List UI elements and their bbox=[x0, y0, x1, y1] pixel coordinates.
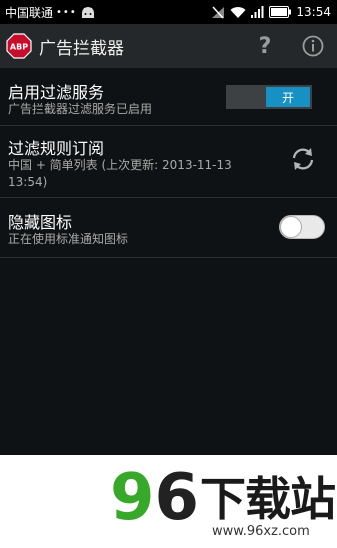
setting-subtitle: 广告拦截器过滤服务已启用 bbox=[8, 102, 153, 116]
info-button[interactable] bbox=[289, 24, 337, 68]
watermark-logo: 96 bbox=[110, 459, 199, 537]
notification-dots: ••• bbox=[56, 6, 77, 18]
battery-icon bbox=[269, 6, 292, 18]
setting-title: 过滤规则订阅 bbox=[8, 139, 105, 158]
watermark-digit-9: 9 bbox=[110, 461, 155, 535]
refresh-icon[interactable] bbox=[290, 146, 316, 172]
signal-icon bbox=[251, 5, 264, 18]
watermark-url: www.96xz.com bbox=[212, 524, 310, 539]
status-bar: 中国联通 ••• 13:54 bbox=[0, 0, 337, 24]
switch-thumb: 开 bbox=[266, 87, 310, 107]
wifi-icon bbox=[230, 6, 246, 18]
no-signal-icon bbox=[212, 5, 225, 19]
setting-subtitle: 中国 + 简单列表 (上次更新: 2013-11-13 13:54) bbox=[8, 158, 232, 189]
setting-title: 隐藏图标 bbox=[8, 213, 73, 232]
filter-service-switch[interactable]: 开 bbox=[226, 85, 312, 109]
help-icon: ? bbox=[258, 33, 272, 59]
hide-icon-toggle[interactable] bbox=[279, 215, 325, 239]
setting-filter-subscription[interactable]: 过滤规则订阅 中国 + 简单列表 (上次更新: 2013-11-13 13:54… bbox=[0, 126, 337, 198]
abp-logo-text: ABP bbox=[10, 43, 28, 52]
setting-title: 启用过滤服务 bbox=[8, 83, 105, 102]
help-button[interactable]: ? bbox=[241, 24, 289, 68]
abp-logo-icon: ABP bbox=[6, 33, 32, 59]
setting-subtitle: 正在使用标准通知图标 bbox=[8, 232, 129, 246]
app-title: 广告拦截器 bbox=[39, 38, 124, 59]
status-time: 13:54 bbox=[296, 5, 331, 19]
watermark-brand: 下载站 bbox=[200, 472, 336, 526]
watermark-banner: 96 下载站 www.96xz.com bbox=[0, 455, 337, 548]
android-icon bbox=[81, 6, 94, 18]
carrier-label: 中国联通 bbox=[5, 5, 54, 20]
action-bar: ABP 广告拦截器 ? bbox=[0, 24, 337, 68]
switch-on-label: 开 bbox=[281, 90, 294, 105]
watermark-digit-6: 6 bbox=[154, 461, 200, 535]
info-icon bbox=[302, 35, 324, 57]
setting-filter-service[interactable]: 启用过滤服务 广告拦截器过滤服务已启用 开 bbox=[0, 68, 337, 126]
